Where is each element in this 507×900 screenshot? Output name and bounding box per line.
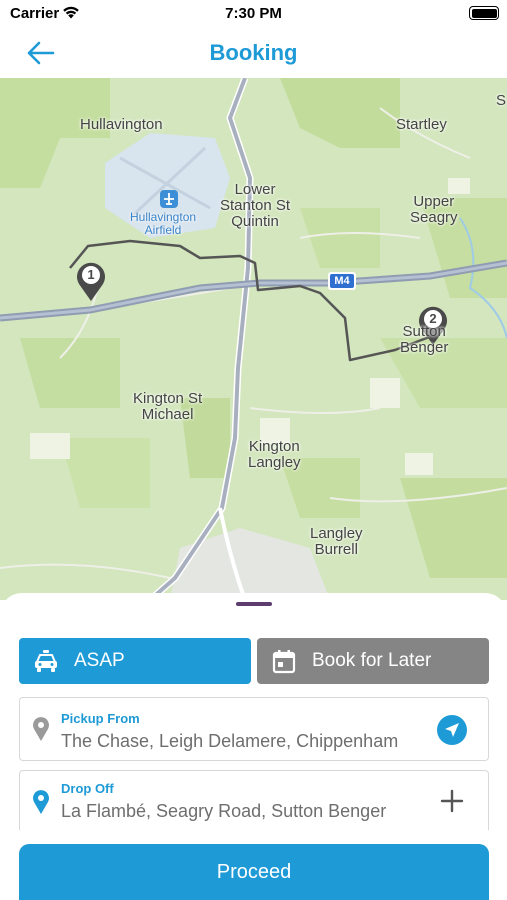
booking-sheet: ASAP Book for Later Pickup From The Chas… (0, 593, 507, 900)
current-location-button[interactable] (436, 714, 468, 746)
map-label-lower-stanton: Lower Stanton St Quintin (220, 181, 291, 230)
asap-label: ASAP (74, 650, 125, 671)
asap-button[interactable]: ASAP (19, 638, 251, 684)
map-label-upper-seagry: Upper Seagry (410, 193, 458, 226)
book-later-button[interactable]: Book for Later (257, 638, 489, 684)
map-label-startley: Startley (396, 116, 447, 133)
pickup-label: Pickup From (61, 711, 140, 726)
map-label-kington-langley: Kington Langley (248, 438, 301, 471)
dropoff-value[interactable]: La Flambé, Seagry Road, Sutton Benger (61, 801, 431, 822)
map-label-kington-st-michael: Kington St Michael (133, 390, 203, 423)
location-pin-icon (33, 717, 49, 741)
map-label-sutton-benger: Sutton Benger (400, 323, 449, 356)
map-label-m4: M4 (334, 275, 350, 287)
nav-bar: Booking (0, 30, 507, 78)
start-marker-label: 1 (87, 267, 95, 282)
pickup-value[interactable]: The Chase, Leigh Delamere, Chippenham (61, 731, 431, 752)
pickup-field[interactable]: Pickup From The Chase, Leigh Delamere, C… (19, 697, 489, 761)
battery-icon (469, 6, 499, 20)
dropoff-label: Drop Off (61, 781, 114, 796)
map-label-edge: S (496, 92, 507, 109)
map-label-hullavington: Hullavington (80, 116, 163, 133)
map-label-airfield: Hullavington Airfield (130, 210, 197, 237)
map-label-langley-burrell: Langley Burrell (310, 525, 363, 558)
car-icon (32, 647, 60, 675)
dropoff-field[interactable]: Drop Off La Flambé, Seagry Road, Sutton … (19, 770, 489, 830)
location-pin-icon (33, 790, 49, 814)
add-stop-button[interactable] (436, 785, 468, 817)
calendar-icon (270, 647, 298, 675)
proceed-button[interactable]: Proceed (19, 844, 489, 900)
route-map[interactable]: 1 2 Hullavington Startley Lower Stanton … (0, 78, 507, 600)
clock: 7:30 PM (225, 5, 282, 22)
page-title: Booking (209, 40, 298, 65)
status-bar: Carrier 7:30 PM (0, 0, 507, 30)
sheet-grabber[interactable] (236, 602, 272, 606)
book-later-label: Book for Later (312, 650, 432, 671)
